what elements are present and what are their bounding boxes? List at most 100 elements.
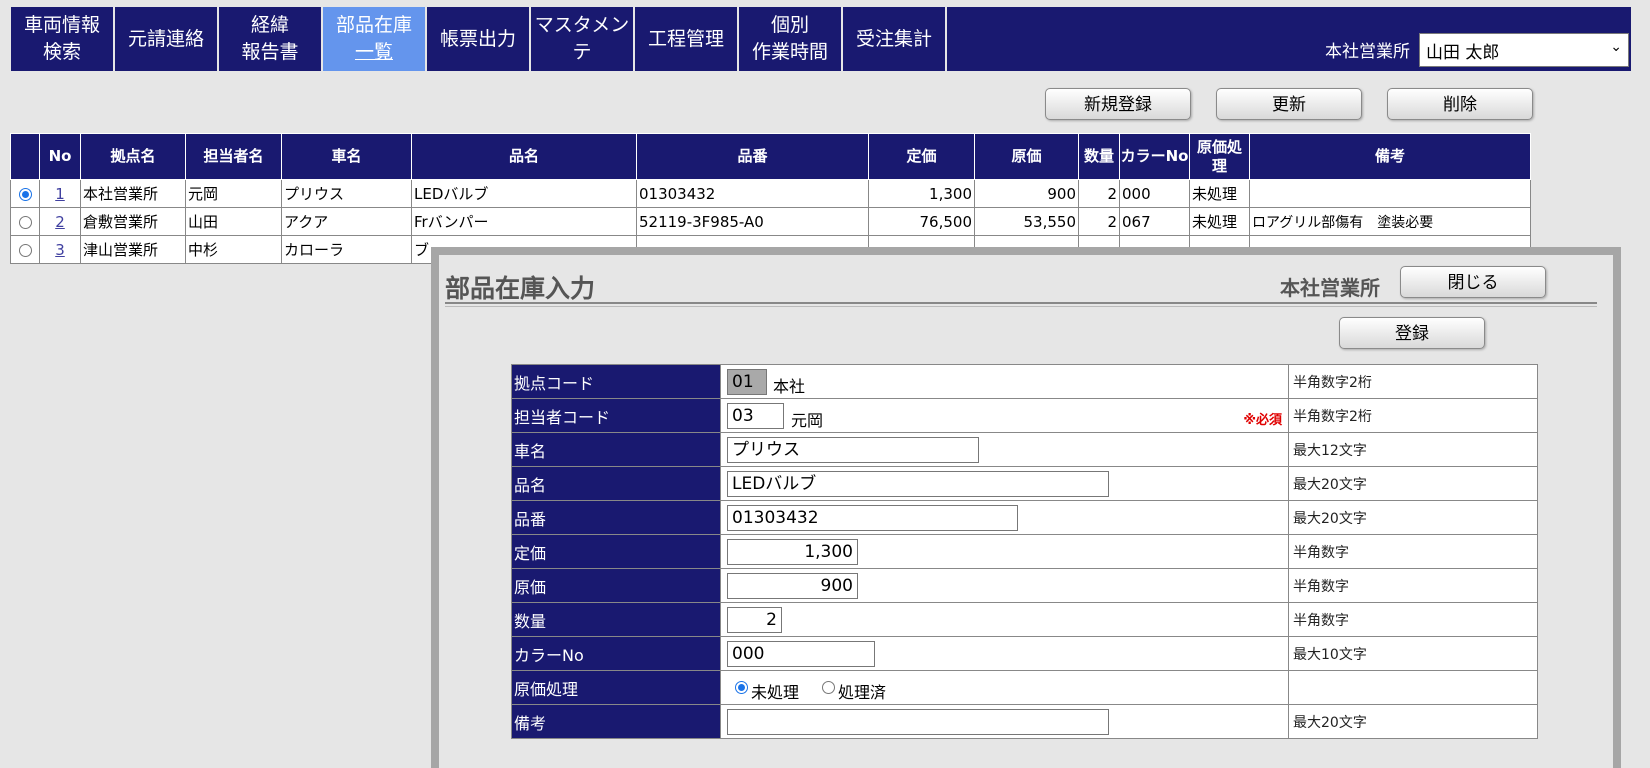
form-row-color-no: カラーNo 000 最大10文字 xyxy=(511,636,1538,671)
list-price-label: 定価 xyxy=(511,534,721,569)
nav-vehicle-search[interactable]: 車両情報 検索 xyxy=(11,7,115,71)
person-code-input[interactable]: 03 xyxy=(727,403,784,429)
col-header-cost-proc: 原価処理 xyxy=(1189,133,1250,180)
top-navigation: 車両情報 検索 元請連絡 経緯 報告書 部品在庫 一覧 帳票出力 マスタメンテ … xyxy=(11,7,1631,71)
form-row-base-code: 拠点コード 01 本社 半角数字2桁 xyxy=(511,364,1538,399)
parts-inventory-table: No 拠点名 担当者名 車名 品名 品番 定価 原価 数量 カラーNo 原価処理… xyxy=(10,133,1531,264)
list-price-input[interactable]: 1,300 xyxy=(727,539,858,565)
row-part-no: 01303432 xyxy=(636,179,869,208)
nav-label: 受注集計 xyxy=(855,27,932,50)
nav-order-summary[interactable]: 受注集計 xyxy=(843,7,947,71)
form-row-person-code: 担当者コード 03 元岡 ※必須 半角数字2桁 xyxy=(511,398,1538,433)
cost-proc-unprocessed-label[interactable]: 未処理 xyxy=(751,679,799,703)
base-code-label: 拠点コード xyxy=(511,364,721,399)
car-name-cell: プリウス xyxy=(720,432,1289,467)
cost-label: 原価 xyxy=(511,568,721,603)
nav-parts-inventory[interactable]: 部品在庫 一覧 xyxy=(323,7,427,71)
nav-form-output[interactable]: 帳票出力 xyxy=(427,7,531,71)
nav-process-management[interactable]: 工程管理 xyxy=(635,7,739,71)
qty-input[interactable]: 2 xyxy=(727,607,782,633)
row-no-link[interactable]: 2 xyxy=(55,213,65,231)
row-car: アクア xyxy=(281,207,412,236)
nav-label: 帳票出力 xyxy=(439,27,516,50)
cost-proc-unprocessed-radio[interactable] xyxy=(735,681,748,694)
nav-label: マスタメンテ xyxy=(534,14,630,63)
row-select-cell[interactable] xyxy=(10,235,40,264)
input-form: 拠点コード 01 本社 半角数字2桁 担当者コード 03 元岡 ※必須 半角数字… xyxy=(511,364,1538,739)
base-code-input: 01 xyxy=(727,369,767,395)
cost-proc-processed-radio[interactable] xyxy=(822,681,835,694)
row-person: 山田 xyxy=(185,207,282,236)
row-radio[interactable] xyxy=(18,243,32,257)
person-code-hint: 半角数字2桁 xyxy=(1288,398,1538,433)
row-office: 津山営業所 xyxy=(80,235,186,264)
new-register-button[interactable]: 新規登録 xyxy=(1045,88,1191,120)
cost-input[interactable]: 900 xyxy=(727,573,858,599)
nav-label: 個別 xyxy=(770,14,809,36)
row-no-cell[interactable]: 1 xyxy=(39,179,81,208)
part-no-hint: 最大20文字 xyxy=(1288,500,1538,535)
table-row[interactable]: 1 本社営業所 元岡 プリウス LEDバルブ 01303432 1,300 90… xyxy=(10,179,1531,208)
part-name-hint: 最大20文字 xyxy=(1288,466,1538,501)
row-list-price: 1,300 xyxy=(868,179,975,208)
row-no-cell[interactable]: 3 xyxy=(39,235,81,264)
nav-label: 報告書 xyxy=(241,41,299,63)
row-office: 倉敷営業所 xyxy=(80,207,186,236)
parts-inventory-input-dialog: 部品在庫入力 本社営業所 閉じる 登録 拠点コード 01 本社 半角数字2桁 担… xyxy=(431,247,1621,768)
row-car: カローラ xyxy=(281,235,412,264)
user-select[interactable]: 山田 太郎 ⌄ xyxy=(1419,33,1629,67)
row-select-cell[interactable] xyxy=(10,207,40,236)
row-car: プリウス xyxy=(281,179,412,208)
dialog-office: 本社営業所 xyxy=(1280,276,1380,300)
color-no-label: カラーNo xyxy=(511,636,721,671)
part-name-cell: LEDバルブ xyxy=(720,466,1289,501)
office-label: 本社営業所 xyxy=(1325,42,1410,62)
car-name-input[interactable]: プリウス xyxy=(727,437,979,463)
col-header-person: 担当者名 xyxy=(185,133,282,180)
nav-master-maintenance[interactable]: マスタメンテ xyxy=(531,7,635,71)
row-person: 元岡 xyxy=(185,179,282,208)
nav-progress-report[interactable]: 経緯 報告書 xyxy=(219,7,323,71)
nav-label: 経緯 xyxy=(250,14,289,36)
col-header-qty: 数量 xyxy=(1078,133,1120,180)
qty-hint: 半角数字 xyxy=(1288,602,1538,637)
row-office: 本社営業所 xyxy=(80,179,186,208)
cost-cell: 900 xyxy=(720,568,1289,603)
delete-button[interactable]: 削除 xyxy=(1387,88,1533,120)
row-select-cell[interactable] xyxy=(10,179,40,208)
part-name-label: 品名 xyxy=(511,466,721,501)
form-row-part-no: 品番 01303432 最大20文字 xyxy=(511,500,1538,535)
row-no-cell[interactable]: 2 xyxy=(39,207,81,236)
table-row[interactable]: 2 倉敷営業所 山田 アクア Frバンパー 52119-3F985-A0 76,… xyxy=(10,207,1531,236)
row-radio[interactable] xyxy=(18,215,32,229)
row-no-link[interactable]: 1 xyxy=(55,185,65,203)
part-no-cell: 01303432 xyxy=(720,500,1289,535)
nav-contractor-contact[interactable]: 元請連絡 xyxy=(115,7,219,71)
cost-hint: 半角数字 xyxy=(1288,568,1538,603)
base-code-hint: 半角数字2桁 xyxy=(1288,364,1538,399)
update-button[interactable]: 更新 xyxy=(1216,88,1362,120)
nav-individual-work-time[interactable]: 個別 作業時間 xyxy=(739,7,843,71)
col-header-select xyxy=(10,133,40,180)
chevron-down-icon: ⌄ xyxy=(1610,39,1622,55)
cost-proc-label: 原価処理 xyxy=(511,670,721,705)
list-price-cell: 1,300 xyxy=(720,534,1289,569)
row-note xyxy=(1249,179,1531,208)
close-button[interactable]: 閉じる xyxy=(1400,266,1546,298)
row-part-no: 52119-3F985-A0 xyxy=(636,207,869,236)
note-input[interactable] xyxy=(727,709,1109,735)
list-price-hint: 半角数字 xyxy=(1288,534,1538,569)
part-name-input[interactable]: LEDバルブ xyxy=(727,471,1109,497)
row-color: 067 xyxy=(1119,207,1190,236)
row-radio-selected[interactable] xyxy=(18,187,32,201)
row-qty: 2 xyxy=(1078,207,1120,236)
color-no-input[interactable]: 000 xyxy=(727,641,875,667)
register-button[interactable]: 登録 xyxy=(1339,317,1485,349)
required-mark: ※必須 xyxy=(1243,413,1282,428)
nav-label: 部品在庫 xyxy=(335,14,412,36)
qty-label: 数量 xyxy=(511,602,721,637)
part-no-input[interactable]: 01303432 xyxy=(727,505,1018,531)
col-header-no: No xyxy=(39,133,81,180)
row-no-link[interactable]: 3 xyxy=(55,241,65,259)
cost-proc-processed-label[interactable]: 処理済 xyxy=(838,679,886,703)
